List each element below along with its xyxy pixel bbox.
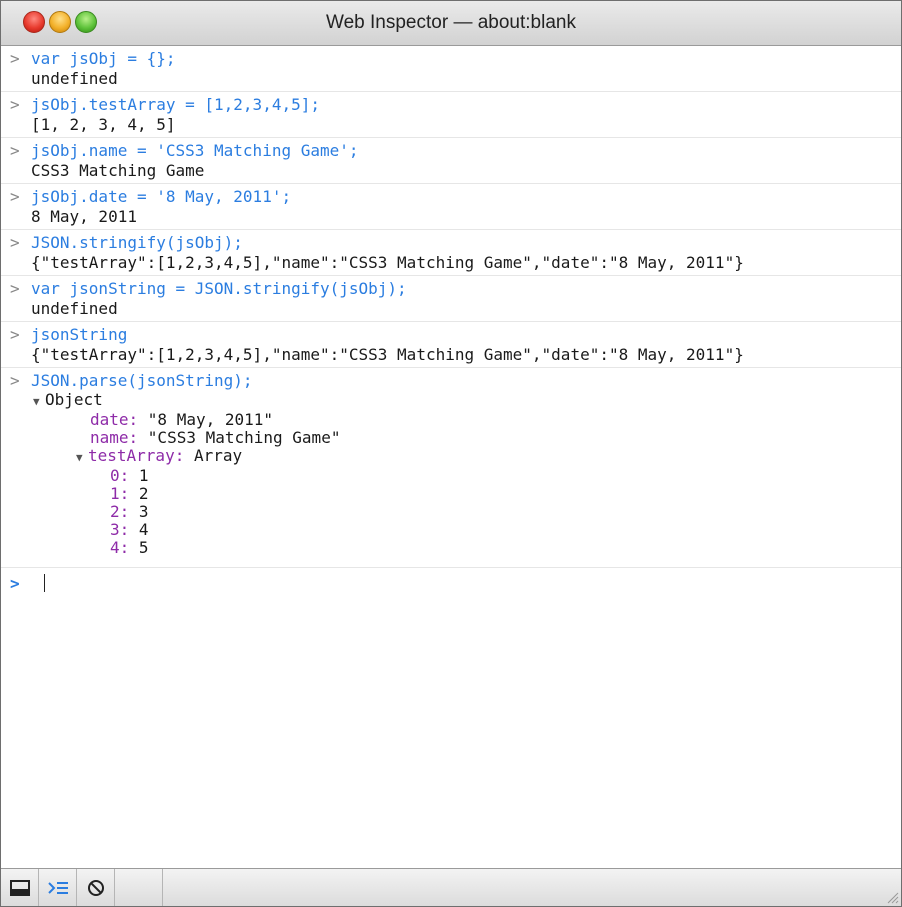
array-index: 4 [110,538,120,557]
input-prompt-icon: > [10,574,20,593]
console-command: JSON.parse(jsonString); [31,371,253,390]
tree-row-object[interactable]: ▼ Object [1,391,901,411]
console-result: undefined [31,69,118,88]
disclosure-triangle-icon[interactable]: ▼ [76,449,88,467]
console-entry: > jsObj.name = 'CSS3 Matching Game'; CSS3… [1,138,901,184]
prompt-chevron-icon: > [10,95,20,114]
console-command: jsonString [31,325,128,344]
console-entry: > var jsonString = JSON.stringify(jsObj);… [1,276,901,322]
console-entry: > var jsObj = {}; undefined [1,46,901,92]
array-index: 0 [110,466,120,485]
array-item: 4: 5 [110,538,149,557]
prompt-chevron-icon: > [10,49,20,68]
window-title: Web Inspector — about:blank [326,12,576,33]
console-command: jsObj.name = 'CSS3 Matching Game'; [31,141,359,160]
dock-window-button[interactable] [1,869,39,906]
console-result: {"testArray":[1,2,3,4,5],"name":"CSS3 Ma… [31,253,744,272]
console-entry: > jsObj.date = '8 May, 2011'; 8 May, 2011 [1,184,901,230]
array-index: 3 [110,520,120,539]
toolbar-spacer [115,869,163,906]
array-value: 1 [138,466,149,485]
disclosure-triangle-icon[interactable]: ▼ [33,393,45,411]
prompt-chevron-icon: > [10,141,20,160]
text-caret [44,574,45,592]
array-item: 1: 2 [110,484,149,503]
dock-window-icon [9,879,30,896]
console-result: CSS3 Matching Game [31,161,205,180]
object-label: Object [45,390,103,409]
array-item: 2: 3 [110,502,149,521]
object-tree: ▼ Object date: "8 May, 2011" name: "CSS3 … [1,391,901,557]
array-item: 3: 4 [110,520,149,539]
console-command: JSON.stringify(jsObj); [31,233,243,252]
resize-grip-icon[interactable] [885,890,899,904]
array-value: 3 [138,502,149,521]
console-entry: > jsonString {"testArray":[1,2,3,4,5],"na… [1,322,901,368]
web-inspector-window: Web Inspector — about:blank > var jsObj =… [0,0,902,907]
console-entry: > JSON.stringify(jsObj); {"testArray":[1,… [1,230,901,276]
prompt-chevron-icon: > [10,279,20,298]
console-button[interactable] [39,869,77,906]
console-entry: > JSON.parse(jsonString); ▼ Object date: "… [1,368,901,568]
console-command: var jsonString = JSON.stringify(jsObj); [31,279,407,298]
console-result: undefined [31,299,118,318]
console-input[interactable]: > [1,568,901,598]
prompt-chevron-icon: > [10,187,20,206]
prompt-chevron-icon: > [10,325,20,344]
array-item: 0: 1 [110,466,149,485]
property-key: testArray [88,446,175,465]
array-value: 2 [138,484,149,503]
property-value: "8 May, 2011" [147,410,274,429]
tree-row-date: date: "8 May, 2011" [90,410,274,429]
property-key: date [90,410,129,429]
console-result: {"testArray":[1,2,3,4,5],"name":"CSS3 Ma… [31,345,744,364]
array-value: 5 [138,538,149,557]
clear-console-icon [87,879,104,896]
console-log[interactable]: > var jsObj = {}; undefined > jsObj.testAr… [1,46,901,867]
console-entry: > jsObj.testArray = [1,2,3,4,5]; [1, 2, 3… [1,92,901,138]
console-icon [47,881,68,894]
console-command: jsObj.date = '8 May, 2011'; [31,187,292,206]
console-command: jsObj.testArray = [1,2,3,4,5]; [31,95,320,114]
property-key: name [90,428,129,447]
array-value: 4 [138,520,149,539]
property-value: "CSS3 Matching Game" [147,428,341,447]
tree-row-test-array[interactable]: ▼ testArray: Array [1,447,901,467]
array-index: 1 [110,484,120,503]
console-result: 8 May, 2011 [31,207,137,226]
title-bar: Web Inspector — about:blank [1,1,901,46]
console-result: [1, 2, 3, 4, 5] [31,115,176,134]
property-value: Array [193,446,243,465]
console-command: var jsObj = {}; [31,49,176,68]
clear-console-button[interactable] [77,869,115,906]
array-index: 2 [110,502,120,521]
prompt-chevron-icon: > [10,233,20,252]
prompt-chevron-icon: > [10,371,20,390]
tree-row-name: name: "CSS3 Matching Game" [90,428,341,447]
bottom-toolbar [1,868,901,906]
